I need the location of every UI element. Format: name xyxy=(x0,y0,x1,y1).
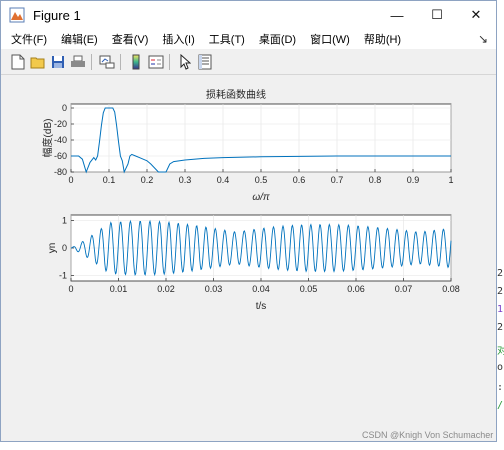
figure-toolbar xyxy=(1,50,496,75)
menu-edit[interactable]: 编辑(E) xyxy=(54,31,105,47)
axes-1-xlabel: ω/π xyxy=(252,192,270,203)
background-bottom-strip xyxy=(0,442,504,450)
x-tick-label: 0.05 xyxy=(300,284,318,294)
y-tick-label: -80 xyxy=(54,167,67,177)
bg-editor-char: 1 xyxy=(497,304,504,315)
bg-editor-char: 2 xyxy=(497,286,504,297)
menu-view[interactable]: 查看(V) xyxy=(105,31,156,47)
x-tick-label: 0.7 xyxy=(331,175,344,185)
x-tick-label: 0.4 xyxy=(217,175,230,185)
bg-editor-char: 2 xyxy=(497,268,504,279)
x-tick-label: 0 xyxy=(68,175,73,185)
dock-arrow-icon[interactable]: ↘ xyxy=(478,32,488,46)
axes-1-ylabel: 幅度(dB) xyxy=(41,119,54,158)
figure-window: Figure 1 — ☐ ✕ 文件(F) 编辑(E) 查看(V) 插入(I) 工… xyxy=(0,0,497,442)
matlab-figure-icon xyxy=(9,7,25,23)
x-tick-label: 0.1 xyxy=(103,175,116,185)
edit-plot-icon[interactable] xyxy=(176,53,194,71)
save-icon[interactable] xyxy=(49,53,67,71)
window-title: Figure 1 xyxy=(33,7,81,23)
y-tick-label: -20 xyxy=(54,119,67,129)
x-tick-label: 0 xyxy=(68,284,73,294)
bg-editor-char: 2 xyxy=(497,322,504,333)
y-tick-label: 0 xyxy=(62,243,67,253)
x-tick-label: 1 xyxy=(448,175,453,185)
axes-2-xlabel: t/s xyxy=(256,301,267,312)
x-tick-label: 0.04 xyxy=(252,284,270,294)
toolbar-separator xyxy=(91,54,92,70)
x-tick-label: 0.5 xyxy=(255,175,268,185)
bg-editor-char: 对 xyxy=(497,346,504,357)
x-tick-label: 0.2 xyxy=(141,175,154,185)
toolbar-separator xyxy=(120,54,121,70)
chart-title: 损耗函数曲线 xyxy=(206,88,266,101)
menu-tools[interactable]: 工具(T) xyxy=(202,31,252,47)
print-icon[interactable] xyxy=(69,53,87,71)
y-tick-label: -1 xyxy=(59,271,67,281)
figure-canvas[interactable]: 损耗函数曲线 0 0.1 0.2 0.3 0.4 0.5 0.6 0.7 0.8 0.9 1 0 -20… xyxy=(3,75,496,441)
open-file-icon[interactable] xyxy=(29,53,47,71)
y-tick-label: 1 xyxy=(62,216,67,226)
menu-file[interactable]: 文件(F) xyxy=(1,31,54,47)
axes-2-ylabel: yn xyxy=(47,243,58,254)
y-tick-label: -40 xyxy=(54,135,67,145)
new-figure-icon[interactable] xyxy=(9,53,27,71)
watermark-text: CSDN @Knigh Von Schumacher xyxy=(362,430,494,440)
y-tick-label: 0 xyxy=(62,103,67,113)
x-tick-label: 0.8 xyxy=(369,175,382,185)
toolbar-separator xyxy=(169,54,170,70)
menu-window[interactable]: 窗口(W) xyxy=(303,31,357,47)
title-bar[interactable]: Figure 1 — ☐ ✕ xyxy=(1,1,496,29)
insert-legend-icon[interactable] xyxy=(147,53,165,71)
property-inspector-icon[interactable] xyxy=(196,53,214,71)
x-tick-label: 0.07 xyxy=(395,284,413,294)
menu-help[interactable]: 帮助(H) xyxy=(357,31,408,47)
link-plot-icon[interactable] xyxy=(98,53,116,71)
bg-editor-char: : xyxy=(497,382,504,393)
bg-editor-char: / xyxy=(497,400,504,411)
x-tick-label: 0.08 xyxy=(442,284,460,294)
bg-editor-char: o xyxy=(497,362,504,373)
menu-insert[interactable]: 插入(I) xyxy=(155,31,201,47)
minimize-button[interactable]: — xyxy=(377,1,417,29)
x-tick-label: 0.6 xyxy=(293,175,306,185)
x-tick-label: 0.02 xyxy=(157,284,175,294)
x-tick-label: 0.01 xyxy=(110,284,128,294)
x-tick-label: 0.03 xyxy=(205,284,223,294)
plot-area: 损耗函数曲线 0 0.1 0.2 0.3 0.4 0.5 0.6 0.7 0.8 0.9 1 0 -20… xyxy=(41,88,460,312)
maximize-button[interactable]: ☐ xyxy=(417,1,457,29)
x-tick-label: 0.9 xyxy=(407,175,420,185)
menu-bar: 文件(F) 编辑(E) 查看(V) 插入(I) 工具(T) 桌面(D) 窗口(W… xyxy=(1,29,496,49)
x-tick-label: 0.3 xyxy=(179,175,192,185)
menu-desktop[interactable]: 桌面(D) xyxy=(252,31,303,47)
insert-colorbar-icon[interactable] xyxy=(127,53,145,71)
y-tick-label: -60 xyxy=(54,151,67,161)
close-button[interactable]: ✕ xyxy=(456,1,496,29)
x-tick-label: 0.06 xyxy=(347,284,365,294)
